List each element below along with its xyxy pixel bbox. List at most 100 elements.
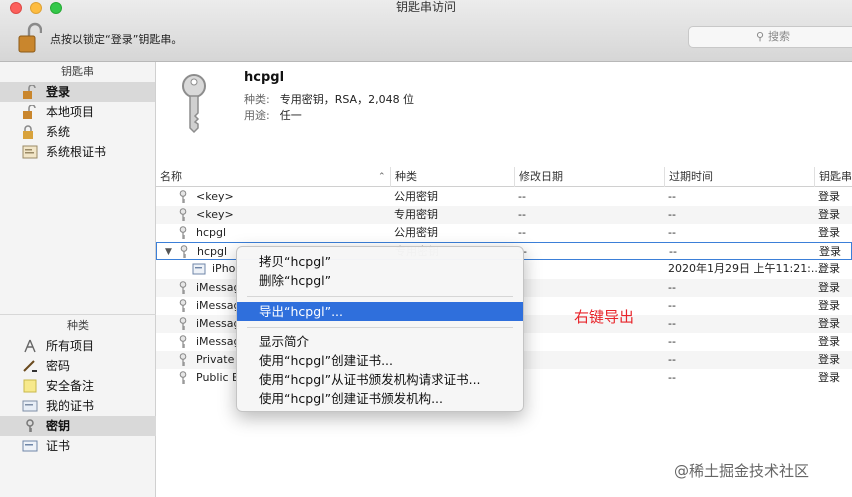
menu-item-export[interactable]: 导出“hcpgl”... <box>237 302 523 321</box>
cell-keychain: 登录 <box>818 280 840 294</box>
sidebar-item-label: 证书 <box>46 439 71 453</box>
sort-ascending-icon: ⌃ <box>378 172 386 182</box>
cell-expires: -- <box>668 316 676 330</box>
sidebar-item-label: 密钥 <box>46 419 71 433</box>
cell-modified: -- <box>518 226 526 240</box>
sidebar-item-label: 登录 <box>46 85 71 99</box>
cell-expires: -- <box>669 245 677 259</box>
lock-open-icon <box>23 85 36 99</box>
category-section: 种类 所有项目 密码 安全备注 我的证书 密钥 证书 <box>0 316 156 456</box>
cell-name: <key> <box>196 208 234 222</box>
cell-kind: 专用密钥 <box>394 208 438 222</box>
sidebar-item-all-items[interactable]: 所有项目 <box>0 336 156 356</box>
cell-keychain: 登录 <box>818 262 840 276</box>
cell-expires: -- <box>668 226 676 240</box>
item-usage-label: 用途: <box>244 109 270 122</box>
menu-item-delete[interactable]: 删除“hcpgl” <box>237 271 523 290</box>
secure-note-icon <box>23 379 37 393</box>
column-header-name[interactable]: 名称 <box>156 167 390 187</box>
sidebar-item-passwords[interactable]: 密码 <box>0 356 156 376</box>
menu-item-copy[interactable]: 拷贝“hcpgl” <box>237 252 523 271</box>
item-kind-line: 种类: 专用密钥，RSA，2,048 位 <box>244 91 414 107</box>
sidebar: 钥匙串 登录 本地项目 系统 系统根证书 种类 所有项目 密码 安全备注 我的证 <box>0 62 156 497</box>
cell-keychain: 登录 <box>819 245 841 259</box>
cert-folder-icon <box>22 145 38 159</box>
sidebar-item-local-items[interactable]: 本地项目 <box>0 102 155 122</box>
sidebar-item-label: 密码 <box>46 359 71 373</box>
menu-separator <box>247 296 513 297</box>
table-header: 名称 ⌃ 种类 修改日期 过期时间 钥匙串 <box>156 167 852 187</box>
key-icon <box>26 419 34 432</box>
sidebar-item-keys[interactable]: 密钥 <box>0 416 156 436</box>
disclosure-triangle-icon[interactable]: ▼ <box>165 243 172 261</box>
column-header-expires[interactable]: 过期时间 <box>664 167 814 187</box>
cell-keychain: 登录 <box>818 352 840 366</box>
cell-expires: -- <box>668 352 676 366</box>
sidebar-divider <box>0 314 156 315</box>
password-icon <box>23 360 37 372</box>
cell-name: <key> <box>196 190 234 203</box>
title-bar: 钥匙串访问 点按以锁定“登录”钥匙串。 ⚲ 搜索 <box>0 0 852 62</box>
cell-expires: -- <box>668 334 676 348</box>
lock-icon <box>23 125 33 139</box>
item-usage-line: 用途: 任一 <box>244 107 302 123</box>
menu-item-get-info[interactable]: 显示简介 <box>237 332 523 351</box>
cell-kind: 公用密钥 <box>394 226 438 240</box>
key-icon <box>179 298 187 312</box>
cell-keychain: 登录 <box>818 208 840 222</box>
cell-modified: -- <box>518 190 526 203</box>
sidebar-item-system[interactable]: 系统 <box>0 122 155 142</box>
key-icon <box>179 334 187 348</box>
key-icon <box>179 371 187 384</box>
menu-item-create-ca[interactable]: 使用“hcpgl”创建证书颁发机构... <box>237 389 523 408</box>
table-row[interactable]: <key> 专用密钥 -- -- 登录 <box>156 206 852 225</box>
item-usage-value: 任一 <box>279 109 302 122</box>
menu-item-create-certificate[interactable]: 使用“hcpgl”创建证书... <box>237 351 523 370</box>
lock-toggle-icon[interactable] <box>18 22 42 54</box>
cert-icon <box>192 263 206 275</box>
annotation-text: 右键导出 <box>574 308 635 326</box>
cell-keychain: 登录 <box>818 226 840 240</box>
key-icon <box>179 353 187 366</box>
cell-expires: -- <box>668 280 676 294</box>
column-header-keychain[interactable]: 钥匙串 <box>814 167 852 187</box>
sidebar-item-certificates[interactable]: 证书 <box>0 436 156 456</box>
table-row[interactable]: <key> 公用密钥 -- -- 登录 <box>156 188 852 206</box>
sidebar-item-system-roots[interactable]: 系统根证书 <box>0 142 155 162</box>
keychains-header: 钥匙串 <box>61 65 94 78</box>
key-icon <box>179 208 187 222</box>
sidebar-item-my-certificates[interactable]: 我的证书 <box>0 396 156 416</box>
column-header-kind[interactable]: 种类 <box>390 167 514 187</box>
cell-modified: -- <box>518 208 526 222</box>
my-cert-icon <box>22 400 38 412</box>
menu-item-request-certificate[interactable]: 使用“hcpgl”从证书颁发机构请求证书... <box>237 370 523 389</box>
sidebar-item-label: 系统根证书 <box>46 145 107 159</box>
table-row[interactable]: hcpgl 公用密钥 -- -- 登录 <box>156 224 852 242</box>
cert-icon <box>22 440 38 452</box>
search-field[interactable]: ⚲ 搜索 <box>688 26 852 48</box>
all-items-icon <box>24 339 36 353</box>
key-icon <box>179 226 187 240</box>
watermark-text: @稀土掘金技术社区 <box>674 462 810 480</box>
lock-hint-text: 点按以锁定“登录”钥匙串。 <box>50 33 183 46</box>
sidebar-item-label: 本地项目 <box>46 105 95 119</box>
sidebar-item-secure-notes[interactable]: 安全备注 <box>0 376 156 396</box>
cell-keychain: 登录 <box>818 316 840 330</box>
item-kind-value: 专用密钥，RSA，2,048 位 <box>279 93 415 106</box>
sidebar-item-label: 所有项目 <box>46 339 95 353</box>
column-header-modified[interactable]: 修改日期 <box>514 167 664 187</box>
item-kind-label: 种类: <box>244 93 270 106</box>
cell-expires: -- <box>668 208 676 222</box>
cell-expires: -- <box>668 190 676 203</box>
cell-expires: -- <box>668 371 676 384</box>
cell-keychain: 登录 <box>818 298 840 312</box>
item-name: hcpgl <box>244 70 285 85</box>
sidebar-item-login[interactable]: 登录 <box>0 82 155 102</box>
sidebar-item-label: 我的证书 <box>46 399 95 413</box>
key-icon <box>179 316 187 330</box>
cell-expires: 2020年1月29日 上午11:21:... <box>668 262 822 276</box>
cell-keychain: 登录 <box>818 371 840 384</box>
key-icon <box>179 190 187 203</box>
context-menu: 拷贝“hcpgl” 删除“hcpgl” 导出“hcpgl”... 显示简介 使用… <box>236 246 524 412</box>
sidebar-item-label: 系统 <box>46 125 71 139</box>
